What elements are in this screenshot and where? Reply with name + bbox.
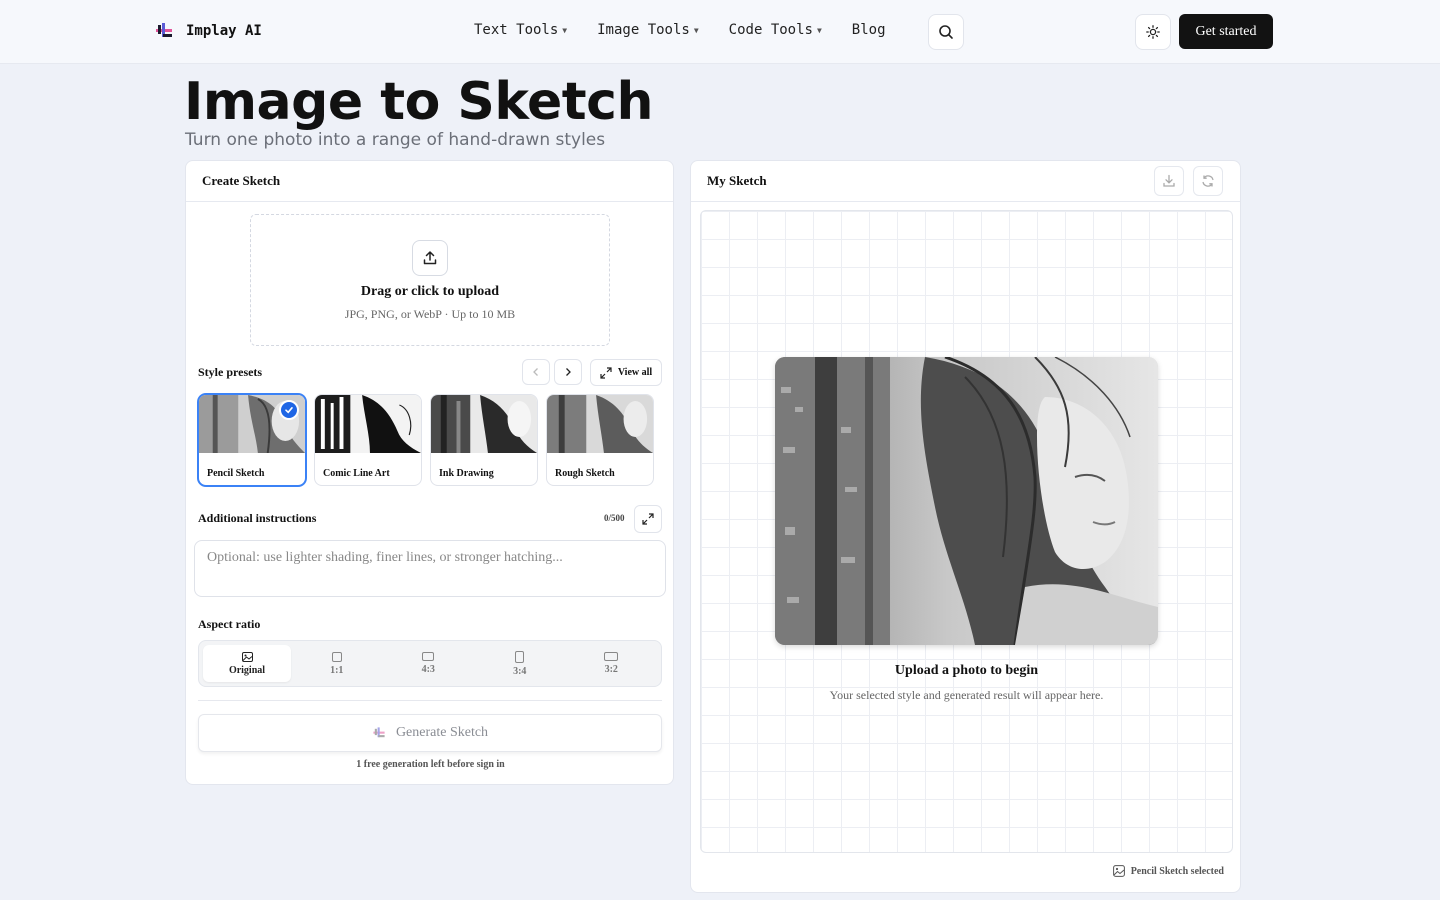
ratio-label: 3:4 bbox=[513, 665, 527, 677]
ratio-label: 3:2 bbox=[604, 664, 618, 675]
brand-name: Implay AI bbox=[186, 23, 262, 39]
view-all-button[interactable]: View all bbox=[590, 359, 662, 386]
preset-pencil-sketch[interactable]: Pencil Sketch bbox=[198, 394, 306, 486]
refresh-button[interactable] bbox=[1193, 166, 1223, 196]
create-sketch-panel: Create Sketch Drag or click to upload JP… bbox=[185, 160, 674, 785]
download-icon bbox=[1163, 174, 1175, 187]
chevron-down-icon: ▼ bbox=[816, 25, 822, 35]
chevron-down-icon: ▼ bbox=[562, 25, 568, 35]
chevron-down-icon: ▼ bbox=[693, 25, 699, 35]
presets-prev-button[interactable] bbox=[522, 359, 550, 385]
expand-icon bbox=[600, 366, 612, 379]
download-button[interactable] bbox=[1154, 166, 1184, 196]
chevron-left-icon bbox=[533, 368, 538, 376]
ratio-3-2[interactable]: 3:2 bbox=[566, 645, 658, 682]
preset-rough-sketch[interactable]: Rough Sketch bbox=[546, 394, 654, 486]
brand-mark-icon bbox=[373, 727, 385, 738]
divider bbox=[198, 700, 662, 701]
preset-thumbnail bbox=[431, 395, 537, 453]
empty-state-title: Upload a photo to begin bbox=[894, 663, 1039, 678]
brand-logo[interactable]: Implay AI bbox=[154, 20, 262, 42]
search-icon bbox=[939, 25, 953, 39]
get-started-button[interactable]: Get started bbox=[1179, 14, 1273, 49]
nav-blog[interactable]: Blog bbox=[852, 22, 886, 38]
generate-sketch-button[interactable]: Generate Sketch bbox=[198, 714, 662, 752]
preset-thumbnail bbox=[547, 395, 653, 453]
preset-ink-drawing[interactable]: Ink Drawing bbox=[430, 394, 538, 486]
logo-icon bbox=[154, 20, 174, 42]
page-subtitle: Turn one photo into a range of hand-draw… bbox=[185, 130, 606, 150]
ratio-1-1[interactable]: 1:1 bbox=[291, 645, 383, 682]
preset-label: Rough Sketch bbox=[555, 468, 615, 479]
view-all-label: View all bbox=[617, 367, 653, 378]
checkmark-icon bbox=[279, 400, 299, 420]
search-button[interactable] bbox=[928, 14, 964, 50]
nav-blog-label: Blog bbox=[851, 22, 886, 38]
preset-comic-line-art[interactable]: Comic Line Art bbox=[314, 394, 422, 486]
nav-text-tools[interactable]: Text Tools ▼ bbox=[474, 22, 567, 38]
upload-icon bbox=[412, 240, 448, 276]
square-icon bbox=[331, 651, 342, 662]
ratio-3-4[interactable]: 3:4 bbox=[474, 645, 566, 682]
instructions-input[interactable]: Optional: use lighter shading, finer lin… bbox=[194, 540, 666, 597]
ratio-label: Original bbox=[228, 664, 266, 676]
upload-hint: JPG, PNG, or WebP · Up to 10 MB bbox=[344, 307, 516, 321]
expand-instructions-button[interactable] bbox=[634, 505, 662, 533]
ratio-label: 1:1 bbox=[330, 664, 344, 676]
image-icon bbox=[1112, 865, 1125, 877]
image-icon bbox=[241, 651, 253, 662]
preset-label: Pencil Sketch bbox=[207, 468, 265, 479]
aspect-ratio-label: Aspect ratio bbox=[198, 617, 261, 631]
nav-code-tools[interactable]: Code Tools ▼ bbox=[729, 22, 822, 38]
selected-style-status: Pencil Sketch selected bbox=[1112, 865, 1224, 877]
portrait-icon bbox=[515, 650, 525, 663]
nav-code-tools-label: Code Tools bbox=[728, 22, 813, 38]
char-counter: 0/500 bbox=[604, 513, 625, 523]
refresh-icon bbox=[1202, 175, 1214, 187]
nav-links: Text Tools ▼ Image Tools ▼ Code Tools ▼ Blo… bbox=[474, 22, 916, 38]
chevron-right-icon bbox=[566, 368, 571, 376]
expand-icon bbox=[642, 513, 654, 525]
upload-title: Drag or click to upload bbox=[360, 284, 500, 299]
aspect-ratio-selector: Original 1:1 4:3 3:4 3:2 bbox=[198, 640, 662, 687]
preview-canvas: Upload a photo to begin Your selected st… bbox=[700, 210, 1233, 853]
sample-sketch-image bbox=[775, 357, 1158, 645]
preset-thumbnail bbox=[315, 395, 421, 453]
page-title: Image to Sketch bbox=[184, 72, 654, 132]
nav-image-tools[interactable]: Image Tools ▼ bbox=[597, 22, 699, 38]
theme-toggle-button[interactable] bbox=[1135, 14, 1171, 50]
create-sketch-header: Create Sketch bbox=[186, 161, 673, 202]
top-nav: Implay AI Text Tools ▼ Image Tools ▼ Code … bbox=[0, 0, 1440, 64]
nav-text-tools-label: Text Tools bbox=[474, 22, 559, 38]
landscape-icon bbox=[604, 652, 619, 661]
generate-label: Generate Sketch bbox=[395, 725, 489, 740]
ratio-original[interactable]: Original bbox=[203, 645, 291, 682]
nav-image-tools-label: Image Tools bbox=[597, 22, 690, 38]
presets-next-button[interactable] bbox=[554, 359, 582, 385]
instructions-label: Additional instructions bbox=[198, 511, 317, 525]
style-presets-list: Pencil Sketch Comic Line Art Ink Drawing… bbox=[198, 394, 654, 486]
ratio-4-3[interactable]: 4:3 bbox=[383, 645, 475, 682]
ratio-label: 4:3 bbox=[421, 664, 435, 675]
my-sketch-panel: My Sketch Upload a photo to begin Your s… bbox=[690, 160, 1241, 893]
style-presets-label: Style presets bbox=[198, 365, 263, 379]
preset-label: Ink Drawing bbox=[439, 468, 494, 479]
empty-state-hint: Your selected style and generated result… bbox=[829, 688, 1104, 702]
selected-style-label: Pencil Sketch selected bbox=[1130, 865, 1224, 877]
sun-icon bbox=[1146, 25, 1160, 39]
generation-note: 1 free generation left before sign in bbox=[356, 759, 505, 770]
landscape-icon bbox=[422, 652, 435, 661]
preset-label: Comic Line Art bbox=[323, 468, 390, 479]
upload-dropzone[interactable]: Drag or click to upload JPG, PNG, or Web… bbox=[250, 214, 610, 346]
